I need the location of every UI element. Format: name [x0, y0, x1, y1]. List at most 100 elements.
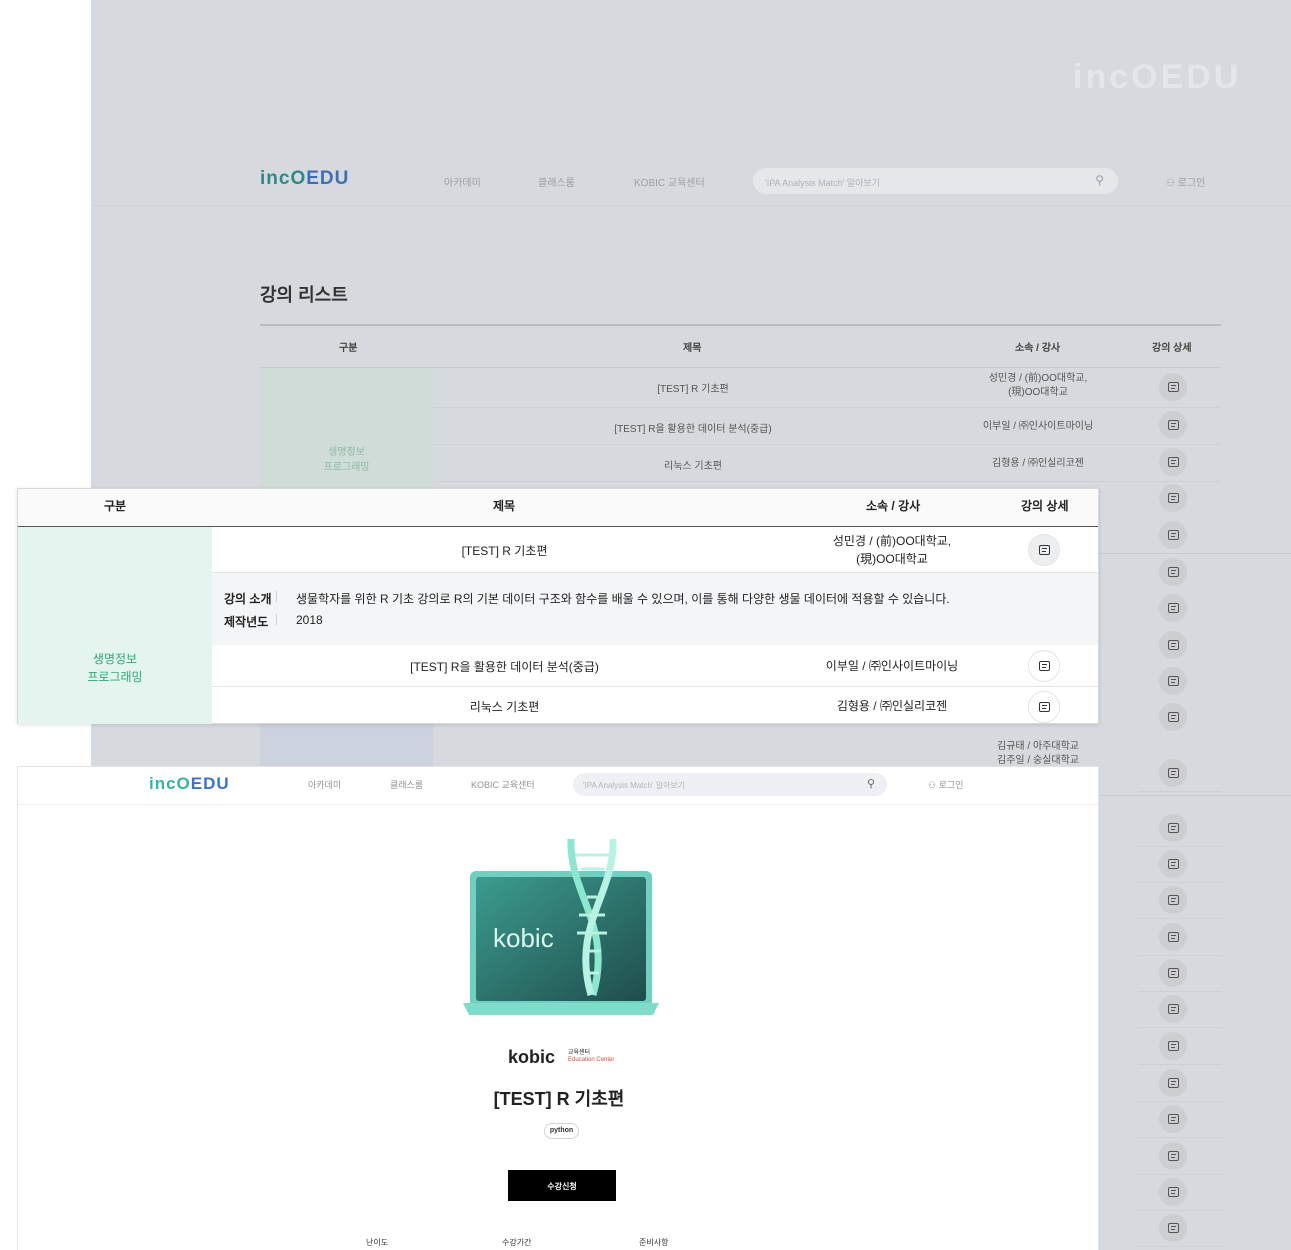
search-placeholder: 'IPA Analysis Match' 알아보기	[583, 781, 686, 790]
row-divider	[1138, 1101, 1222, 1102]
intro-label: 강의 소개	[224, 592, 272, 606]
course-thumbnail: kobic	[463, 838, 659, 1015]
document-icon	[1038, 702, 1050, 712]
login-label: 로그인	[938, 780, 964, 790]
row-divider	[1138, 791, 1222, 792]
nav-kobic[interactable]: KOBIC 교육센터	[471, 778, 535, 791]
detail-button[interactable]	[1159, 373, 1187, 401]
row-divider	[1138, 1137, 1222, 1138]
table-row[interactable]: [TEST] R 기초편 성민경 / (前)OO대학교, (現)OO대학교	[433, 368, 1221, 408]
site-logo[interactable]: incOEDU	[260, 168, 349, 190]
document-icon	[1167, 457, 1179, 467]
course-tag: python	[544, 1123, 579, 1139]
table-top-border	[260, 324, 1221, 326]
detail-button[interactable]	[1159, 1142, 1187, 1170]
row-divider	[1138, 1246, 1222, 1247]
col-header-title: 제목	[493, 499, 516, 513]
row-instructor: 김형용 / ㈜인실리코젠	[992, 458, 1084, 469]
detail-button[interactable]	[1159, 814, 1187, 842]
row-instructor: 이부일 / ㈜인사이트마이닝	[825, 659, 959, 673]
site-header: incOEDU 아카데미 클래스룸 KOBIC 교육센터 'IPA Analys…	[18, 767, 1098, 805]
detail-button[interactable]	[1028, 650, 1060, 682]
detail-button[interactable]	[1159, 484, 1187, 512]
label-separator	[276, 591, 277, 602]
col-header-instructor: 소속 / 강사	[866, 499, 921, 513]
row-title: [TEST] R을 활용한 데이터 분석(중급)	[614, 424, 772, 435]
row-divider	[1138, 918, 1222, 919]
document-icon	[1167, 420, 1179, 430]
course-title: [TEST] R 기초편	[493, 1089, 625, 1109]
detail-button[interactable]	[1159, 759, 1187, 787]
document-icon	[1167, 530, 1179, 540]
kobic-logo: kobic	[508, 1047, 556, 1067]
login-link[interactable]: ⚇ 로그인	[1166, 174, 1205, 189]
kobic-logo-sub-ko: 교육센터	[568, 1050, 591, 1056]
nav-classroom[interactable]: 클래스룸	[538, 174, 575, 189]
table-row[interactable]: [TEST] R 기초편 성민경 / (前)OO대학교, (現)OO대학교	[212, 527, 1098, 573]
info-label-difficulty: 난이도	[366, 1238, 389, 1247]
table-row[interactable]: [TEST] R을 활용한 데이터 분석(중급) 이부일 / ㈜인사이트마이닝	[433, 408, 1221, 445]
col-header-instructor: 소속 / 강사	[1015, 343, 1061, 354]
detail-button[interactable]	[1159, 1069, 1187, 1097]
document-icon	[1167, 768, 1179, 778]
enroll-button[interactable]: 수강신청	[508, 1170, 616, 1201]
detail-button[interactable]	[1159, 667, 1187, 695]
row-title: [TEST] R 기초편	[657, 384, 729, 395]
detail-button[interactable]	[1159, 995, 1187, 1023]
login-link[interactable]: ⚇ 로그인	[928, 778, 963, 791]
detail-button[interactable]	[1159, 886, 1187, 914]
row-title: 리눅스 기초편	[664, 461, 722, 472]
col-header-detail: 강의 상세	[1152, 343, 1192, 354]
search-input[interactable]: 'IPA Analysis Match' 알아보기 ⚲	[573, 773, 887, 796]
expanded-course-table: 구분 제목 소속 / 강사 강의 상세 생명정보 프로그래밍 [TEST] R …	[17, 488, 1099, 724]
detail-button[interactable]	[1159, 1105, 1187, 1133]
detail-button[interactable]	[1159, 594, 1187, 622]
row-divider	[1138, 882, 1222, 883]
detail-button[interactable]	[1159, 1032, 1187, 1060]
detail-button[interactable]	[1159, 521, 1187, 549]
document-icon	[1167, 859, 1179, 869]
col-header-title: 제목	[683, 343, 702, 354]
detail-button[interactable]	[1159, 1178, 1187, 1206]
row-divider	[1138, 1027, 1222, 1028]
detail-toggle-button[interactable]	[1028, 534, 1060, 566]
detail-button[interactable]	[1159, 959, 1187, 987]
user-icon: ⚇	[928, 780, 937, 790]
search-icon[interactable]: ⚲	[1095, 173, 1104, 187]
document-icon	[1167, 823, 1179, 833]
course-detail-panel: 강의 소개 생물학자를 위한 R 기초 강의로 R의 기본 데이터 구조와 함수…	[212, 573, 1098, 645]
row-divider	[1138, 1210, 1222, 1211]
row-instructor: 김형용 / ㈜인실리코젠	[836, 699, 948, 713]
document-icon	[1167, 676, 1179, 686]
detail-button[interactable]	[1159, 703, 1187, 731]
detail-button[interactable]	[1159, 558, 1187, 586]
document-icon	[1167, 382, 1179, 392]
detail-button[interactable]	[1159, 411, 1187, 439]
intro-text: 생물학자를 위한 R 기초 강의로 R의 기본 데이터 구조와 함수를 배울 수…	[296, 592, 950, 606]
nav-kobic[interactable]: KOBIC 교육센터	[634, 174, 705, 189]
document-icon	[1167, 567, 1179, 577]
table-row[interactable]: [TEST] R을 활용한 데이터 분석(중급) 이부일 / ㈜인사이트마이닝	[212, 645, 1098, 687]
nav-academy[interactable]: 아카데미	[444, 174, 481, 189]
detail-button[interactable]	[1159, 448, 1187, 476]
nav-classroom[interactable]: 클래스룸	[390, 778, 423, 791]
search-icon[interactable]: ⚲	[867, 777, 875, 790]
table-row[interactable]: 리눅스 기초편 김형용 / ㈜인실리코젠	[212, 687, 1098, 724]
site-logo[interactable]: incOEDU	[149, 774, 230, 794]
document-icon	[1167, 968, 1179, 978]
detail-button[interactable]	[1159, 631, 1187, 659]
detail-button[interactable]	[1159, 923, 1187, 951]
search-input[interactable]: 'IPA Analysis Match' 알아보기 ⚲	[753, 168, 1118, 194]
nav-academy[interactable]: 아카데미	[308, 778, 341, 791]
document-icon	[1167, 712, 1179, 722]
year-value: 2018	[296, 613, 323, 627]
document-icon	[1167, 1114, 1179, 1124]
detail-button[interactable]	[1028, 691, 1060, 723]
document-icon	[1038, 661, 1050, 671]
course-detail-page: incOEDU 아카데미 클래스룸 KOBIC 교육센터 'IPA Analys…	[17, 766, 1099, 1250]
table-row[interactable]: 리눅스 기초편 김형용 / ㈜인실리코젠	[433, 445, 1221, 482]
detail-button[interactable]	[1159, 1214, 1187, 1242]
document-icon	[1167, 1187, 1179, 1197]
document-icon	[1167, 493, 1179, 503]
detail-button[interactable]	[1159, 850, 1187, 878]
